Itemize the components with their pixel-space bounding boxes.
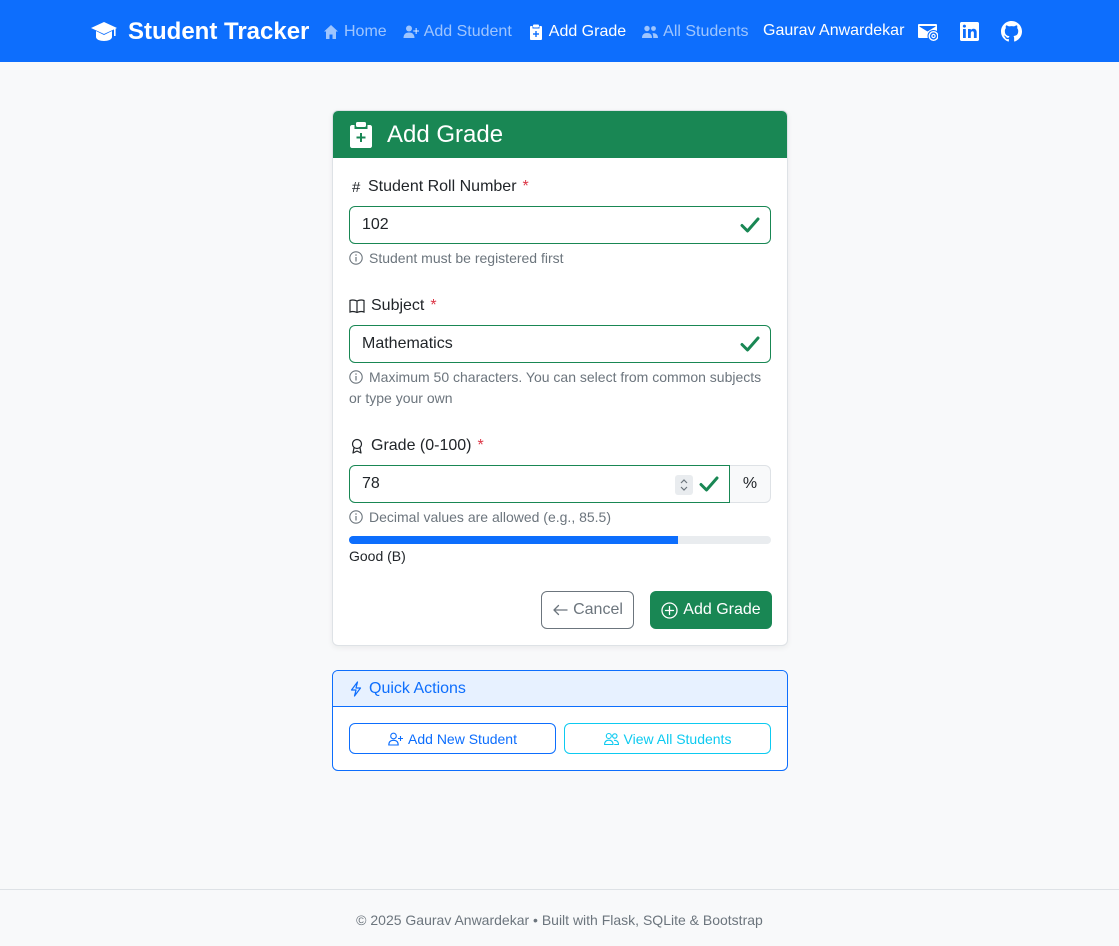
info-icon bbox=[349, 510, 363, 524]
lightning-icon bbox=[350, 680, 362, 697]
hash-icon: # bbox=[352, 178, 361, 196]
user-plus-icon bbox=[403, 25, 419, 38]
arrow-left-icon bbox=[553, 604, 568, 616]
check-icon bbox=[740, 217, 760, 233]
nav-add-grade-label: Add Grade bbox=[548, 23, 627, 40]
required-mark: * bbox=[477, 437, 484, 454]
info-icon bbox=[349, 370, 363, 384]
graduation-cap-icon bbox=[91, 22, 117, 41]
nav-add-student-label: Add Student bbox=[423, 23, 512, 40]
award-icon bbox=[351, 438, 363, 454]
social-icons bbox=[917, 21, 1022, 42]
clipboard-plus-icon bbox=[350, 121, 372, 148]
home-icon bbox=[324, 25, 338, 39]
subject-help: Maximum 50 characters. You can select fr… bbox=[349, 367, 769, 409]
nav-all-students-label: All Students bbox=[663, 23, 749, 40]
view-all-students-label: View All Students bbox=[623, 730, 732, 747]
cancel-button[interactable]: Cancel bbox=[541, 591, 634, 629]
check-icon bbox=[699, 476, 719, 492]
card-title: Add Grade bbox=[387, 120, 504, 148]
plus-circle-icon bbox=[661, 601, 678, 619]
nav-user-name[interactable]: Gaurav Anwardekar bbox=[763, 22, 904, 40]
roll-number-input[interactable]: 102 bbox=[349, 206, 771, 244]
percent-addon: % bbox=[730, 465, 771, 503]
add-new-student-button[interactable]: Add New Student bbox=[349, 723, 556, 754]
navbar: Student Tracker Home Add Student Add Gra… bbox=[0, 0, 1119, 62]
nav-add-grade[interactable]: Add Grade bbox=[528, 23, 626, 41]
footer-text: © 2025 Gaurav Anwardekar • Built with Fl… bbox=[356, 912, 763, 928]
cancel-button-label: Cancel bbox=[573, 601, 623, 618]
required-mark: * bbox=[430, 297, 437, 314]
subject-label: Subject * bbox=[349, 297, 437, 315]
brand-title: Student Tracker bbox=[128, 18, 310, 45]
required-mark: * bbox=[522, 178, 529, 195]
add-grade-button[interactable]: Add Grade bbox=[650, 591, 772, 629]
grade-progress-fill bbox=[349, 536, 679, 544]
nav-links: Home Add Student Add Grade All Students bbox=[323, 20, 749, 44]
envelope-at-icon[interactable] bbox=[917, 21, 938, 42]
quick-actions-card: Quick Actions Add New Student View All S… bbox=[332, 670, 788, 771]
grade-value: 78 bbox=[362, 475, 380, 492]
subject-label-text: Subject bbox=[371, 297, 425, 314]
subject-input[interactable]: Mathematics bbox=[349, 325, 771, 363]
clipboard-plus-icon bbox=[529, 24, 542, 40]
nav-all-students[interactable]: All Students bbox=[642, 23, 749, 41]
add-new-student-label: Add New Student bbox=[408, 730, 517, 747]
github-icon[interactable] bbox=[1001, 21, 1022, 42]
user-plus-icon bbox=[388, 732, 404, 746]
card-header: Add Grade bbox=[333, 111, 787, 158]
nav-home[interactable]: Home bbox=[323, 23, 387, 41]
grade-level-text: Good (B) bbox=[349, 548, 406, 564]
roll-number-label: # Student Roll Number * bbox=[349, 178, 529, 196]
info-icon bbox=[349, 251, 363, 265]
users-icon bbox=[642, 25, 659, 38]
grade-label: Grade (0-100) * bbox=[349, 437, 484, 455]
roll-number-help: Student must be registered first bbox=[349, 248, 769, 269]
grade-label-text: Grade (0-100) bbox=[371, 437, 472, 454]
grade-help: Decimal values are allowed (e.g., 85.5) bbox=[349, 507, 769, 528]
add-grade-button-label: Add Grade bbox=[683, 601, 761, 618]
quick-actions-title: Quick Actions bbox=[369, 679, 466, 697]
nav-add-student[interactable]: Add Student bbox=[403, 23, 512, 41]
subject-value: Mathematics bbox=[362, 335, 453, 352]
brand[interactable]: Student Tracker bbox=[90, 16, 309, 48]
users-icon bbox=[603, 732, 619, 745]
roll-number-help-text: Student must be registered first bbox=[369, 250, 564, 266]
nav-home-label: Home bbox=[344, 23, 387, 40]
roll-number-value: 102 bbox=[362, 216, 389, 233]
add-grade-card: Add Grade # Student Roll Number * 102 St… bbox=[332, 110, 788, 646]
view-all-students-button[interactable]: View All Students bbox=[564, 723, 771, 754]
book-icon bbox=[349, 299, 365, 314]
grade-progress-bar bbox=[349, 536, 771, 544]
roll-number-label-text: Student Roll Number bbox=[368, 178, 517, 195]
quick-actions-header: Quick Actions bbox=[333, 671, 787, 707]
linkedin-icon[interactable] bbox=[959, 21, 980, 42]
footer: © 2025 Gaurav Anwardekar • Built with Fl… bbox=[0, 889, 1119, 946]
check-icon bbox=[740, 336, 760, 352]
subject-help-text: Maximum 50 characters. You can select fr… bbox=[349, 369, 762, 406]
spinner-arrows-icon bbox=[680, 479, 688, 491]
grade-input-group: 78 % bbox=[349, 465, 771, 503]
grade-help-text: Decimal values are allowed (e.g., 85.5) bbox=[369, 509, 612, 525]
grade-input[interactable]: 78 bbox=[349, 465, 730, 503]
number-spinner[interactable] bbox=[675, 475, 693, 495]
